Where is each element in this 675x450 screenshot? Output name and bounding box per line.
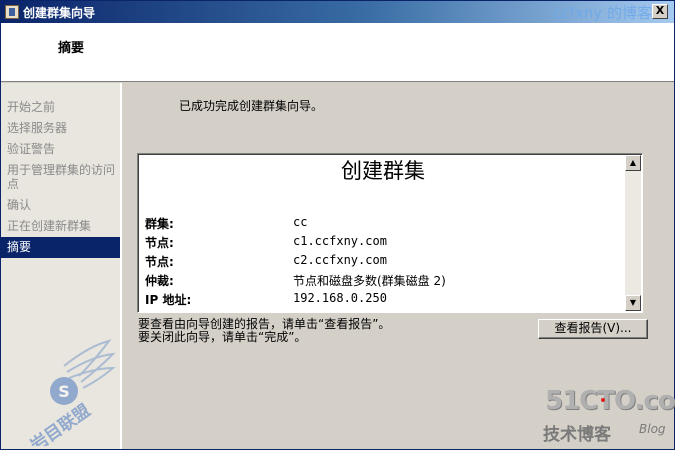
row-value-node: c1.ccfxny.com [293,234,387,248]
row-key-ip: IP 地址: [145,293,192,307]
step-before-you-begin: 开始之前 [7,100,56,114]
window-title: 创建群集向导 [23,6,96,20]
row-value-cluster: cc [293,215,308,229]
51cto-tagline: 技术博客 [543,425,611,445]
row-value-ip: 192.168.0.250 [293,291,387,305]
hint-finish: 要关闭此向导，请单击“完成”。 [138,330,307,344]
51cto-watermark: 51CTO.com 技术博客 Blog [541,386,675,446]
51cto-logo-text: 51CTO.com [545,386,675,416]
left-logo-text: 岩目联盟 [26,400,95,446]
wizard-app-icon [5,5,19,19]
step-access-point: 用于管理群集的访问点 [7,163,116,191]
row-key-cluster: 群集: [145,217,174,231]
row-key-node: 节点: [145,255,174,269]
site-logo-watermark: S 岩目联盟 [26,339,116,446]
page-title: 摘要 [58,41,85,56]
51cto-dot [601,398,605,402]
report-scrollbar[interactable]: ▲ ▼ [625,155,641,311]
report-content: 创建群集 群集: cc 节点: c1.ccfxny.com 节点: c2.ccf… [139,155,627,311]
report-panel[interactable]: 创建群集 群集: cc 节点: c1.ccfxny.com 节点: c2.ccf… [137,153,643,313]
scroll-up-button[interactable]: ▲ [625,155,641,171]
hint-text: 要查看由向导创建的报告，请单击“查看报告”。 要关闭此向导，请单击“完成”。 [138,318,390,344]
scroll-down-button[interactable]: ▼ [625,295,641,311]
row-key-quorum: 仲裁: [145,274,174,288]
step-creating-cluster: 正在创建新群集 [7,219,92,233]
step-confirmation: 确认 [7,198,32,212]
svg-text:S: S [58,382,70,401]
step-summary: 摘要 [1,237,120,258]
step-validation-warning: 验证警告 [7,142,56,156]
view-report-button[interactable]: 查看报告(V)... [538,319,648,339]
wizard-header: 摘要 [1,23,674,82]
row-key-node: 节点: [145,236,174,250]
close-button[interactable]: X [652,4,668,19]
title-bar[interactable]: 创建群集向导 ccfxny 的博客 X [1,1,674,23]
row-value-quorum: 节点和磁盘多数(群集磁盘 2) [293,274,446,288]
report-title: 创建群集 [341,159,425,183]
row-value-node: c2.ccfxny.com [293,253,387,267]
blog-watermark: ccfxny 的博客 [553,4,652,22]
51cto-blog-label: Blog [639,422,666,436]
success-message: 已成功完成创建群集向导。 [179,99,324,113]
step-select-servers: 选择服务器 [7,121,68,135]
wizard-window: 创建群集向导 ccfxny 的博客 X 摘要 开始之前 选择服务器 验证警告 用… [0,0,675,450]
